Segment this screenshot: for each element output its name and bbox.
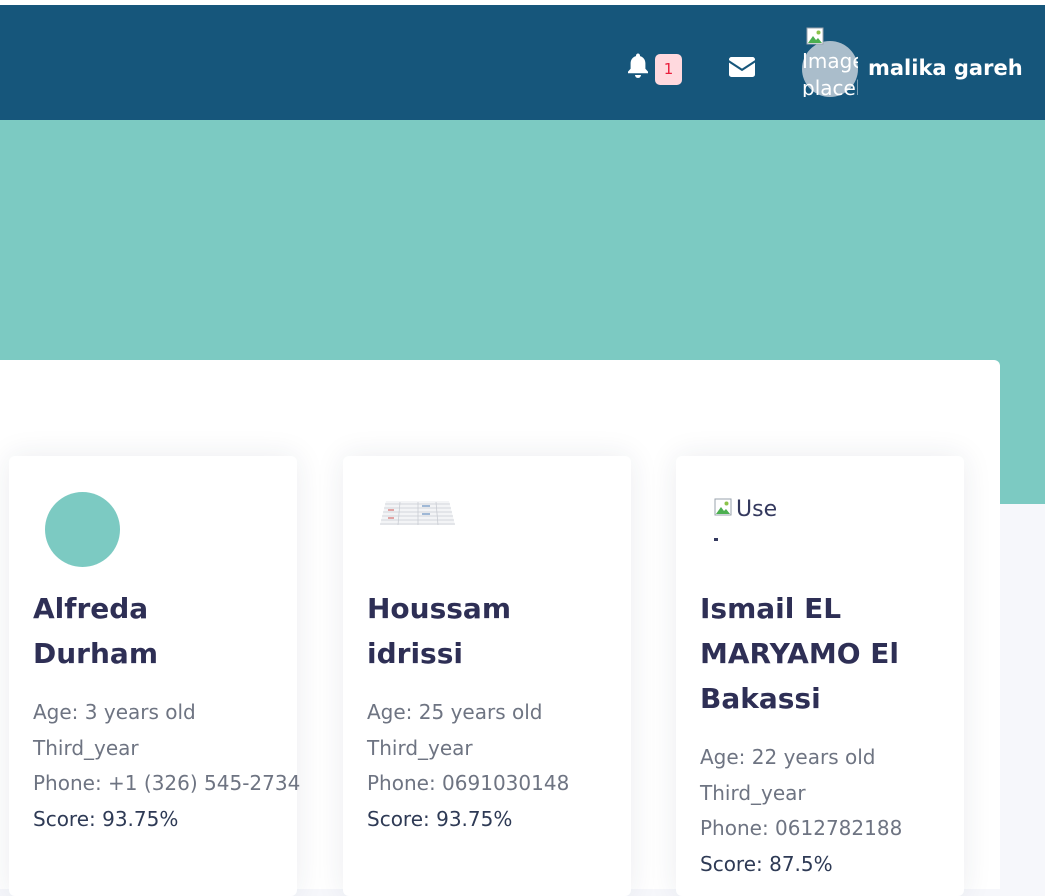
- student-phone: Phone: +1 (326) 545-2734: [33, 771, 301, 795]
- student-card[interactable]: Use Ismail EL MARYAMO El Bakassi Age: 22…: [676, 456, 964, 896]
- student-name: Houssam idrissi: [367, 592, 512, 670]
- student-phone: Phone: 0612782188: [700, 816, 903, 840]
- user-name[interactable]: malika gareh: [868, 53, 1023, 83]
- broken-image-icon: [714, 498, 732, 516]
- user-avatar[interactable]: Image placeholder: [802, 27, 858, 97]
- student-year: Third_year: [700, 780, 806, 805]
- student-info: Age: 3 years old Third_year Phone: +1 (3…: [33, 695, 301, 837]
- envelope-icon[interactable]: [729, 57, 755, 77]
- student-age: Age: 22 years old: [700, 745, 876, 769]
- photo-alt-text: Use: [736, 497, 778, 522]
- student-year: Third_year: [33, 735, 139, 760]
- student-info: Age: 22 years old Third_year Phone: 0612…: [700, 740, 960, 882]
- bell-icon[interactable]: [626, 52, 650, 80]
- student-card[interactable]: Houssam idrissi Age: 25 years old Third_…: [343, 456, 631, 896]
- student-photo: [380, 501, 455, 526]
- student-phone: Phone: 0691030148: [367, 771, 570, 795]
- student-year: Third_year: [367, 735, 473, 760]
- student-score: Score: 93.75%: [33, 806, 179, 831]
- student-info: Age: 25 years old Third_year Phone: 0691…: [367, 695, 627, 837]
- student-card[interactable]: Alfreda Durham Age: 3 years old Third_ye…: [9, 456, 301, 896]
- student-age: Age: 3 years old: [33, 700, 196, 724]
- student-photo: [45, 492, 120, 567]
- photo-alt-fragment: [714, 538, 718, 541]
- student-age: Age: 25 years old: [367, 700, 543, 724]
- top-navbar: 1 Image placeholder malika gareh: [0, 5, 1045, 120]
- student-name: Ismail EL MARYAMO El Bakassi: [700, 592, 899, 715]
- avatar-alt-text: Image placeholder: [802, 49, 858, 97]
- student-photo: Use: [714, 494, 804, 544]
- student-name: Alfreda Durham: [33, 592, 158, 670]
- student-score: Score: 87.5%: [700, 851, 833, 876]
- student-score: Score: 93.75%: [367, 806, 513, 831]
- notification-count-badge[interactable]: 1: [655, 54, 682, 85]
